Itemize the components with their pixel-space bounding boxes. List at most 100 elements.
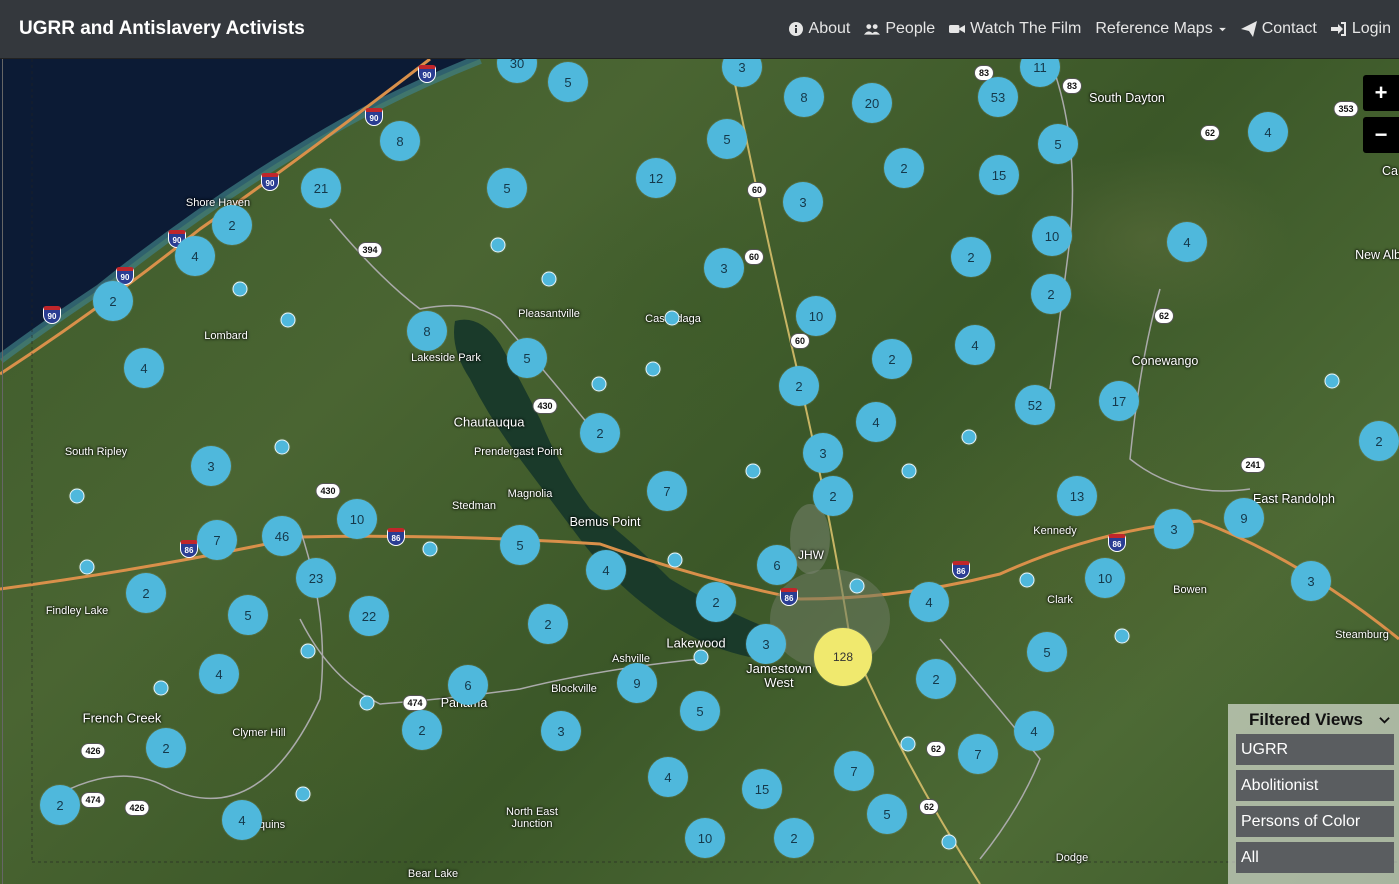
single-marker[interactable] bbox=[359, 695, 375, 711]
marker-cluster[interactable]: 3 bbox=[746, 624, 786, 664]
marker-cluster[interactable]: 21 bbox=[301, 168, 341, 208]
single-marker[interactable] bbox=[745, 463, 761, 479]
marker-cluster[interactable]: 2 bbox=[40, 785, 80, 825]
marker-cluster[interactable]: 9 bbox=[617, 663, 657, 703]
marker-cluster[interactable]: 5 bbox=[680, 691, 720, 731]
marker-cluster[interactable]: 8 bbox=[784, 77, 824, 117]
nav-reference-maps[interactable]: Reference Maps bbox=[1095, 20, 1226, 38]
marker-cluster[interactable]: 2 bbox=[402, 710, 442, 750]
marker-cluster[interactable]: 2 bbox=[528, 604, 568, 644]
marker-cluster[interactable]: 3 bbox=[783, 182, 823, 222]
marker-cluster[interactable]: 13 bbox=[1057, 476, 1097, 516]
marker-cluster[interactable]: 7 bbox=[834, 751, 874, 791]
marker-cluster[interactable]: 5 bbox=[707, 119, 747, 159]
single-marker[interactable] bbox=[274, 439, 290, 455]
filtered-views-header[interactable]: Filtered Views bbox=[1231, 708, 1396, 734]
marker-cluster[interactable]: 17 bbox=[1099, 381, 1139, 421]
marker-cluster[interactable]: 4 bbox=[199, 654, 239, 694]
single-marker[interactable] bbox=[300, 643, 316, 659]
marker-cluster[interactable]: 5 bbox=[548, 62, 588, 102]
marker-cluster[interactable]: 2 bbox=[779, 366, 819, 406]
marker-cluster[interactable]: 8 bbox=[407, 311, 447, 351]
marker-cluster[interactable]: 4 bbox=[648, 757, 688, 797]
marker-cluster[interactable]: 5 bbox=[867, 794, 907, 834]
marker-cluster[interactable]: 2 bbox=[872, 339, 912, 379]
marker-cluster[interactable]: 10 bbox=[1032, 216, 1072, 256]
single-marker[interactable] bbox=[153, 680, 169, 696]
marker-cluster[interactable]: 2 bbox=[916, 659, 956, 699]
single-marker[interactable] bbox=[1019, 572, 1035, 588]
marker-cluster[interactable]: 52 bbox=[1015, 385, 1055, 425]
marker-cluster[interactable]: 10 bbox=[1085, 558, 1125, 598]
single-marker[interactable] bbox=[900, 736, 916, 752]
filter-ugrr[interactable]: UGRR bbox=[1236, 734, 1394, 765]
marker-cluster[interactable]: 22 bbox=[349, 596, 389, 636]
single-marker[interactable] bbox=[79, 559, 95, 575]
marker-cluster[interactable]: 5 bbox=[1038, 124, 1078, 164]
marker-cluster[interactable]: 5 bbox=[487, 168, 527, 208]
marker-cluster[interactable]: 7 bbox=[647, 471, 687, 511]
single-marker[interactable] bbox=[664, 310, 680, 326]
filter-abolitionist[interactable]: Abolitionist bbox=[1236, 770, 1394, 801]
marker-cluster[interactable]: 3 bbox=[541, 711, 581, 751]
marker-cluster[interactable]: 2 bbox=[696, 582, 736, 622]
marker-cluster[interactable]: 3 bbox=[1154, 509, 1194, 549]
marker-cluster[interactable]: 12 bbox=[636, 158, 676, 198]
marker-cluster[interactable]: 20 bbox=[852, 83, 892, 123]
single-marker[interactable] bbox=[69, 488, 85, 504]
nav-people[interactable]: People bbox=[864, 20, 935, 38]
marker-cluster[interactable]: 3 bbox=[1291, 561, 1331, 601]
single-marker[interactable] bbox=[1324, 373, 1340, 389]
single-marker[interactable] bbox=[541, 271, 557, 287]
single-marker[interactable] bbox=[490, 237, 506, 253]
marker-cluster[interactable]: 7 bbox=[197, 520, 237, 560]
marker-cluster[interactable]: 5 bbox=[507, 338, 547, 378]
map-viewport[interactable]: South Dayton Shore Haven Lombard Pleasan… bbox=[0, 59, 1399, 884]
zoom-out-button[interactable]: − bbox=[1363, 117, 1399, 153]
marker-cluster[interactable]: 9 bbox=[1224, 498, 1264, 538]
marker-cluster[interactable]: 5 bbox=[500, 525, 540, 565]
marker-cluster[interactable]: 4 bbox=[222, 800, 262, 840]
marker-cluster[interactable]: 6 bbox=[757, 545, 797, 585]
brand-title[interactable]: UGRR and Antislavery Activists bbox=[19, 18, 305, 40]
marker-cluster[interactable]: 3 bbox=[704, 248, 744, 288]
nav-watch-film[interactable]: Watch The Film bbox=[949, 20, 1081, 38]
marker-cluster[interactable]: 3 bbox=[191, 446, 231, 486]
marker-cluster[interactable]: 2 bbox=[813, 476, 853, 516]
marker-cluster[interactable]: 2 bbox=[951, 237, 991, 277]
single-marker[interactable] bbox=[591, 376, 607, 392]
single-marker[interactable] bbox=[1114, 628, 1130, 644]
marker-cluster[interactable]: 2 bbox=[146, 728, 186, 768]
marker-cluster[interactable]: 5 bbox=[1027, 632, 1067, 672]
marker-cluster[interactable]: 53 bbox=[978, 77, 1018, 117]
single-marker[interactable] bbox=[901, 463, 917, 479]
marker-cluster[interactable]: 10 bbox=[337, 499, 377, 539]
marker-cluster[interactable]: 4 bbox=[856, 402, 896, 442]
single-marker[interactable] bbox=[961, 429, 977, 445]
marker-cluster[interactable]: 4 bbox=[909, 582, 949, 622]
single-marker[interactable] bbox=[295, 786, 311, 802]
single-marker[interactable] bbox=[849, 578, 865, 594]
zoom-in-button[interactable]: + bbox=[1363, 75, 1399, 111]
marker-cluster[interactable]: 7 bbox=[958, 734, 998, 774]
marker-cluster[interactable]: 4 bbox=[124, 348, 164, 388]
single-marker[interactable] bbox=[693, 649, 709, 665]
nav-about[interactable]: About bbox=[788, 20, 850, 38]
marker-cluster[interactable]: 10 bbox=[685, 818, 725, 858]
marker-cluster[interactable]: 2 bbox=[1359, 421, 1399, 461]
marker-cluster[interactable]: 4 bbox=[955, 325, 995, 365]
marker-cluster[interactable]: 2 bbox=[93, 281, 133, 321]
marker-cluster[interactable]: 2 bbox=[580, 413, 620, 453]
single-marker[interactable] bbox=[280, 312, 296, 328]
marker-cluster[interactable]: 3 bbox=[803, 433, 843, 473]
marker-cluster[interactable]: 15 bbox=[742, 769, 782, 809]
marker-cluster[interactable]: 23 bbox=[296, 558, 336, 598]
marker-cluster[interactable]: 6 bbox=[448, 665, 488, 705]
marker-cluster[interactable]: 2 bbox=[126, 573, 166, 613]
marker-cluster[interactable]: 46 bbox=[262, 516, 302, 556]
marker-cluster[interactable]: 4 bbox=[1014, 711, 1054, 751]
marker-cluster[interactable]: 4 bbox=[1248, 112, 1288, 152]
marker-cluster-large[interactable]: 128 bbox=[814, 628, 872, 686]
filter-persons-of-color[interactable]: Persons of Color bbox=[1236, 806, 1394, 837]
single-marker[interactable] bbox=[645, 361, 661, 377]
